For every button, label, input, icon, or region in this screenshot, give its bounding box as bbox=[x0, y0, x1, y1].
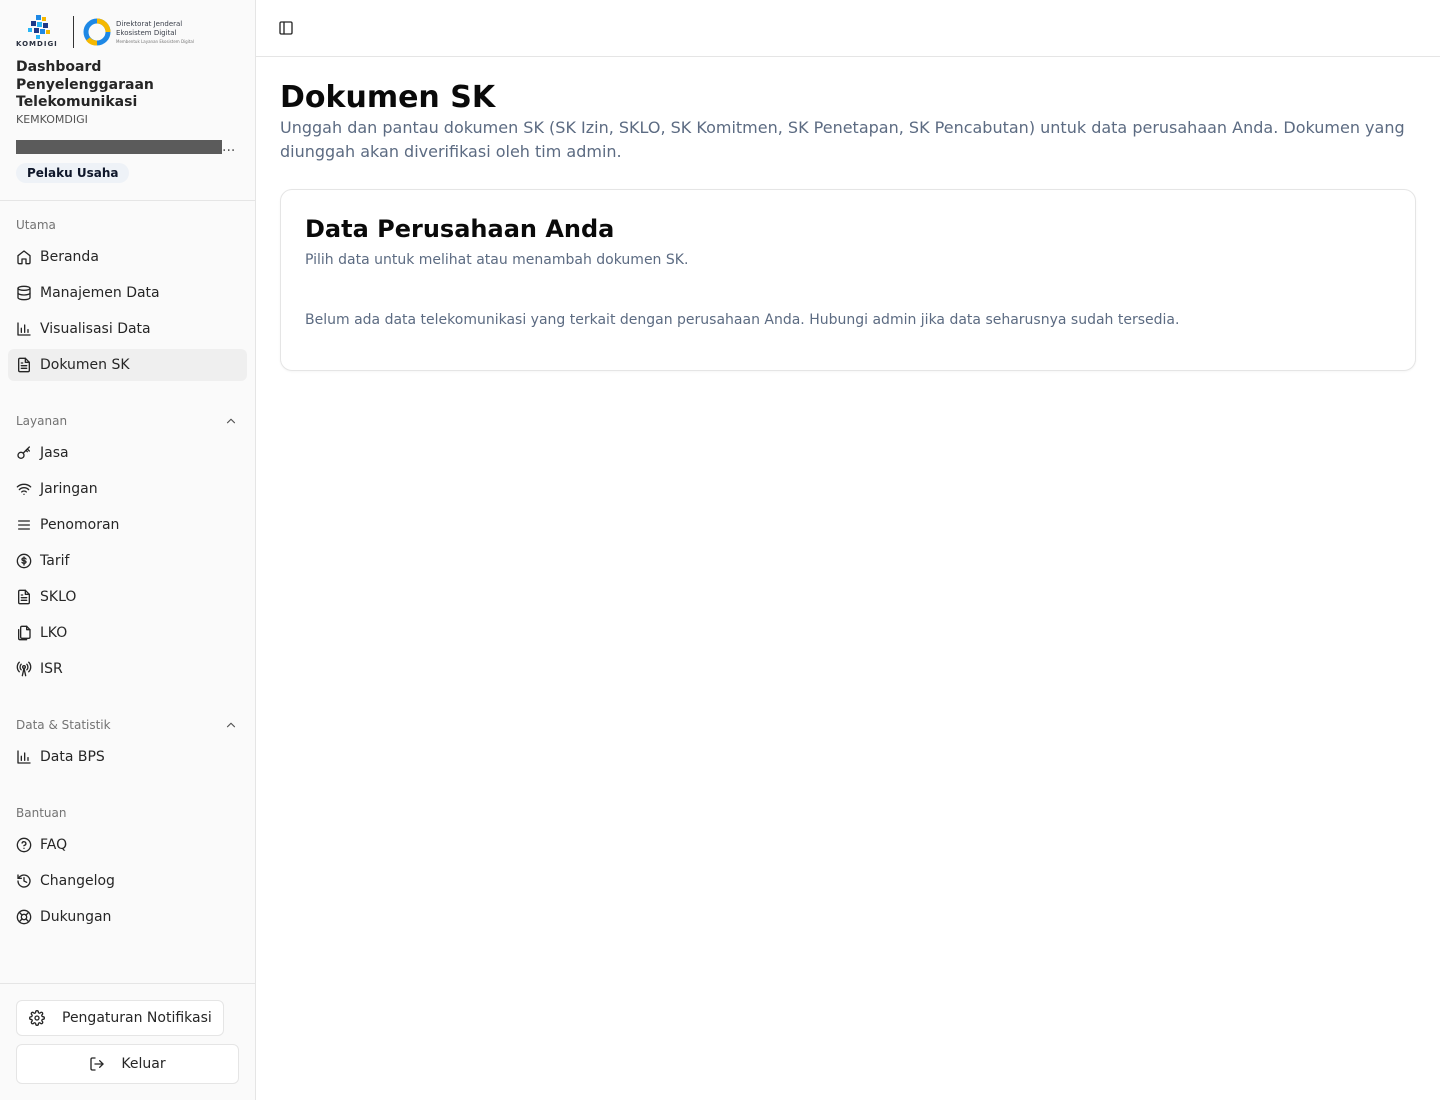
notification-settings-button[interactable]: Pengaturan Notifikasi bbox=[16, 1000, 224, 1036]
history-icon bbox=[17, 874, 31, 888]
komdigi-mark-icon bbox=[28, 15, 50, 39]
logo-divider bbox=[73, 16, 74, 48]
logout-label: Keluar bbox=[121, 1056, 166, 1072]
sidebar-item-label: LKO bbox=[40, 625, 68, 641]
panel-left-icon bbox=[279, 21, 293, 35]
sidebar-item-tarif[interactable]: Tarif bbox=[8, 545, 247, 577]
sidebar-item-label: Tarif bbox=[40, 553, 70, 569]
home-icon bbox=[17, 250, 31, 265]
group-label-utama: Utama bbox=[16, 218, 56, 232]
bar-chart-icon bbox=[17, 322, 31, 336]
sidebar-item-label: Changelog bbox=[40, 873, 115, 889]
sidebar-toggle-button[interactable] bbox=[276, 18, 296, 38]
sidebar-divider bbox=[0, 200, 255, 201]
sidebar-item-label: Dukungan bbox=[40, 909, 112, 925]
role-badge: Pelaku Usaha bbox=[16, 163, 130, 183]
user-name: ... bbox=[16, 139, 236, 157]
sidebar-item-label: Manajemen Data bbox=[40, 285, 160, 301]
sidebar-item-label: Jasa bbox=[40, 445, 69, 461]
org-label: KEMKOMDIGI bbox=[16, 113, 88, 126]
radio-tower-icon bbox=[16, 661, 32, 677]
sidebar-item-label: Beranda bbox=[40, 249, 99, 265]
key-icon bbox=[17, 446, 30, 459]
komdigi-wordmark: KOMDIGI bbox=[16, 40, 58, 48]
page-title: Dokumen SK bbox=[280, 80, 496, 115]
ditjen-ring-icon bbox=[83, 18, 111, 46]
sidebar-item-label: Penomoran bbox=[40, 517, 120, 533]
sidebar-item-penomoran[interactable]: Penomoran bbox=[8, 509, 247, 541]
life-buoy-icon bbox=[16, 909, 32, 925]
chevron-up-icon[interactable] bbox=[224, 718, 238, 732]
dollar-circle-icon bbox=[16, 553, 32, 569]
sidebar-item-changelog[interactable]: Changelog bbox=[8, 865, 247, 897]
sidebar-item-label: ISR bbox=[40, 661, 63, 677]
wifi-icon bbox=[16, 483, 32, 495]
page-description: Unggah dan pantau dokumen SK (SK Izin, S… bbox=[280, 118, 1405, 161]
sidebar-item-visualisasi-data[interactable]: Visualisasi Data bbox=[8, 313, 247, 345]
group-label-layanan: Layanan bbox=[16, 414, 68, 428]
sidebar-item-label: SKLO bbox=[40, 589, 77, 605]
file-text-icon bbox=[18, 357, 30, 373]
sidebar-item-faq[interactable]: FAQ bbox=[8, 829, 247, 861]
card-title: Data Perusahaan Anda bbox=[305, 215, 615, 243]
database-icon bbox=[17, 285, 31, 301]
gear-icon bbox=[29, 1010, 45, 1026]
file-text-icon bbox=[18, 589, 30, 605]
sidebar-item-label: FAQ bbox=[40, 837, 68, 853]
sidebar-item-beranda[interactable]: Beranda bbox=[8, 241, 247, 273]
komdigi-logo: KOMDIGI bbox=[16, 14, 64, 50]
ditjen-tagline: Membentuk Layanan Ekosistem Digital bbox=[116, 38, 194, 44]
chevron-up-icon[interactable] bbox=[224, 414, 238, 428]
app-title: Dashboard Penyelenggaraan Telekomunikasi bbox=[16, 59, 154, 110]
sidebar-footer-divider bbox=[0, 983, 255, 984]
sidebar-item-dukungan[interactable]: Dukungan bbox=[8, 901, 247, 933]
redacted-name bbox=[16, 140, 222, 154]
ditjen-line-1: Direktorat Jenderal bbox=[116, 19, 183, 28]
sidebar-item-dokumen-sk[interactable]: Dokumen SK bbox=[8, 349, 247, 381]
sidebar-item-label: Dokumen SK bbox=[40, 357, 130, 373]
company-data-card: Data Perusahaan Anda Pilih data untuk me… bbox=[280, 189, 1416, 371]
card-subtitle: Pilih data untuk melihat atau menambah d… bbox=[305, 252, 689, 268]
ditjen-line-2: Ekosistem Digital bbox=[116, 28, 177, 37]
group-label-bantuan: Bantuan bbox=[16, 806, 67, 820]
user-name-ellipsis: ... bbox=[222, 139, 236, 155]
copy-icon bbox=[18, 625, 31, 641]
sidebar-item-jasa[interactable]: Jasa bbox=[8, 437, 247, 469]
sidebar-item-sklo[interactable]: SKLO bbox=[8, 581, 247, 613]
sidebar-item-manajemen-data[interactable]: Manajemen Data bbox=[8, 277, 247, 309]
sidebar-item-label: Data BPS bbox=[40, 749, 105, 765]
sidebar-item-isr[interactable]: ISR bbox=[8, 653, 247, 685]
brand-logos: KOMDIGI Direktorat Jenderal Ekosistem Di… bbox=[16, 14, 194, 50]
sidebar-item-label: Visualisasi Data bbox=[40, 321, 151, 337]
logout-button[interactable]: Keluar bbox=[16, 1044, 239, 1084]
sidebar: KOMDIGI Direktorat Jenderal Ekosistem Di… bbox=[0, 0, 256, 1100]
group-label-data-statistik: Data & Statistik bbox=[16, 718, 111, 732]
empty-state-message: Belum ada data telekomunikasi yang terka… bbox=[305, 312, 1180, 328]
bar-chart-icon bbox=[17, 750, 31, 764]
logout-icon bbox=[90, 1057, 105, 1071]
sidebar-item-jaringan[interactable]: Jaringan bbox=[8, 473, 247, 505]
help-circle-icon bbox=[16, 837, 32, 853]
ditjen-wordmark: Direktorat Jenderal Ekosistem Digital Me… bbox=[116, 20, 194, 45]
sidebar-item-lko[interactable]: LKO bbox=[8, 617, 247, 649]
notification-settings-label: Pengaturan Notifikasi bbox=[62, 1010, 212, 1026]
list-icon bbox=[18, 520, 30, 530]
ditjen-logo: Direktorat Jenderal Ekosistem Digital Me… bbox=[82, 17, 194, 47]
sidebar-item-label: Jaringan bbox=[40, 481, 98, 497]
top-bar bbox=[256, 0, 1440, 57]
sidebar-item-data-bps[interactable]: Data BPS bbox=[8, 741, 247, 773]
